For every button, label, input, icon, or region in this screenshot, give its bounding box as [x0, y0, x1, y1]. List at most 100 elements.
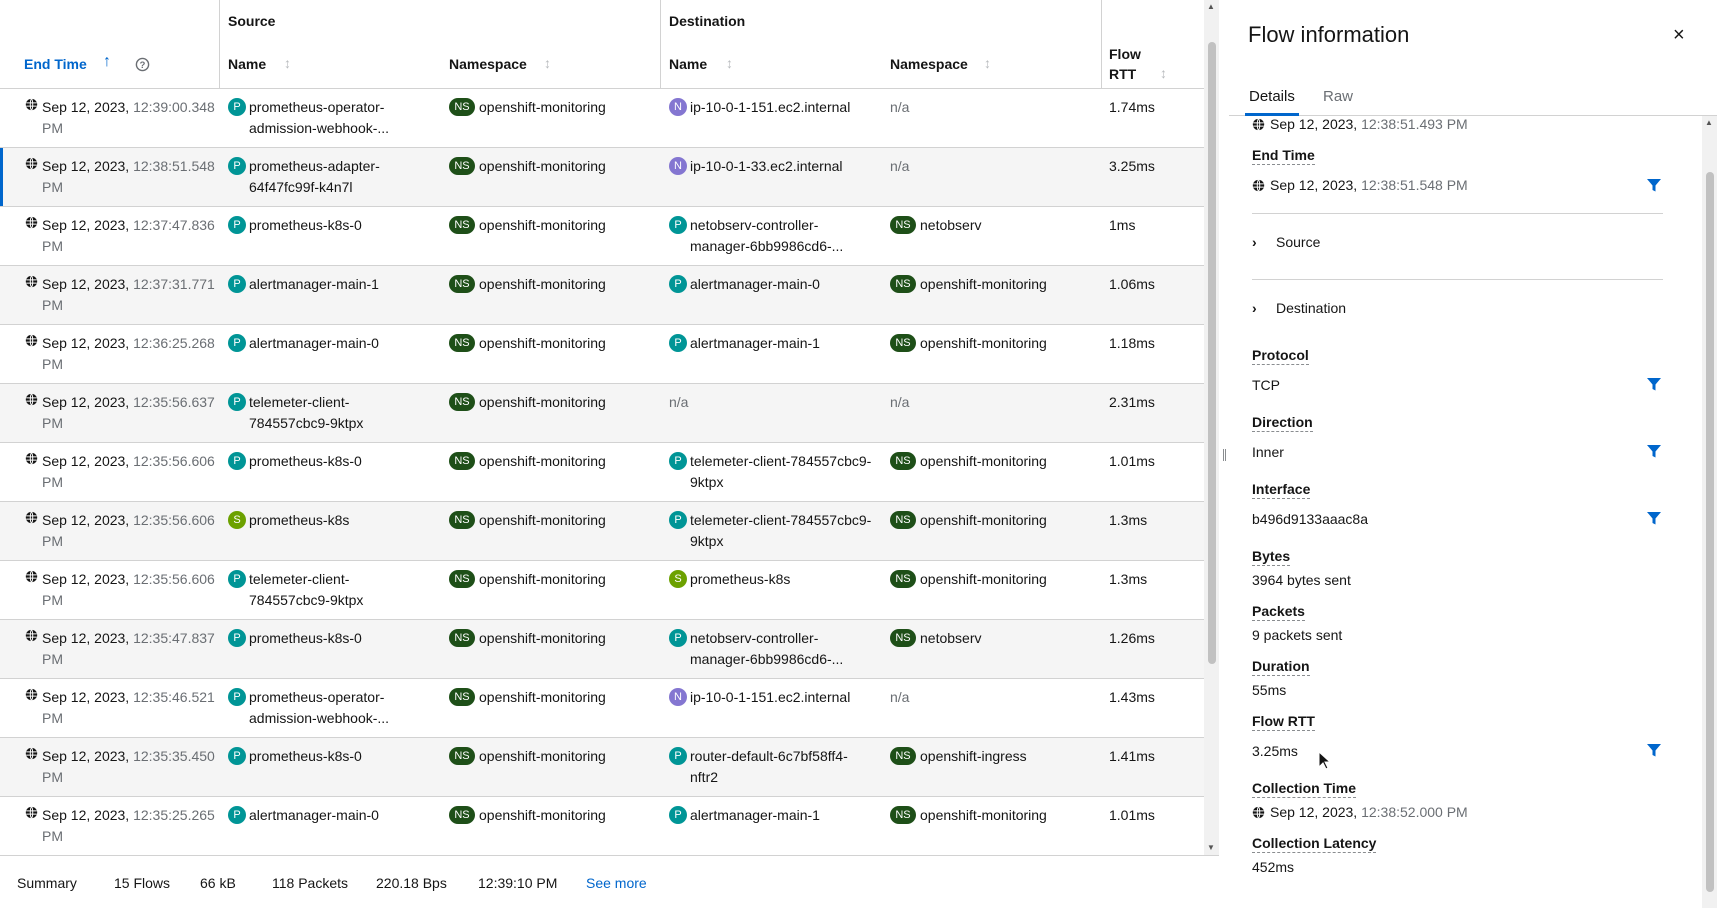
panel-scrollbar[interactable]: ▲ — [1702, 116, 1717, 908]
destination-namespace-cell[interactable]: n/a — [890, 97, 1080, 118]
filter-icon[interactable] — [1646, 510, 1662, 526]
destination-namespace-cell[interactable]: NS netobserv — [890, 628, 1080, 649]
table-row[interactable]: Sep 12, 2023, 12:35:56.606 PM Ptelemeter-c… — [0, 561, 1204, 620]
tab-raw[interactable]: Raw — [1323, 88, 1353, 105]
destination-namespace-cell[interactable]: n/a — [890, 156, 1080, 177]
destination-namespace-cell[interactable]: NS openshift-ingress — [890, 746, 1080, 767]
source-namespace-cell[interactable]: NS openshift-monitoring — [449, 156, 629, 177]
destination-name-header[interactable]: Name — [669, 56, 707, 72]
source-namespace-cell[interactable]: NS openshift-monitoring — [449, 628, 629, 649]
source-name-cell[interactable]: Pprometheus-adapter-64f47fc99f-k4n7l — [228, 156, 398, 198]
destination-namespace-cell[interactable]: n/a — [890, 392, 1080, 413]
sort-icon[interactable]: ↕ — [284, 55, 291, 71]
destination-namespace-cell[interactable]: n/a — [890, 687, 1080, 708]
source-namespace-cell[interactable]: NS openshift-monitoring — [449, 392, 629, 413]
sort-ascending-icon[interactable]: ↑ — [103, 53, 111, 71]
source-namespace-cell[interactable]: NS openshift-monitoring — [449, 215, 629, 236]
source-name-cell[interactable]: Pprometheus-k8s-0 — [228, 746, 398, 767]
sort-icon[interactable]: ↕ — [984, 55, 991, 71]
source-namespace-cell[interactable]: NS openshift-monitoring — [449, 333, 629, 354]
tab-details[interactable]: Details — [1245, 88, 1299, 116]
source-name-header[interactable]: Name — [228, 56, 266, 72]
destination-name-cell[interactable]: Ptelemeter-client-784557cbc9-9ktpx — [669, 510, 874, 552]
source-name-cell[interactable]: Palertmanager-main-1 — [228, 274, 398, 295]
sort-icon[interactable]: ↕ — [544, 55, 551, 71]
source-namespace-cell[interactable]: NS openshift-monitoring — [449, 510, 629, 531]
source-namespace-cell[interactable]: NS openshift-monitoring — [449, 274, 629, 295]
table-row[interactable]: Sep 12, 2023, 12:35:56.606 PM Sprometheus-… — [0, 502, 1204, 561]
filter-icon[interactable] — [1646, 742, 1662, 758]
source-expander[interactable]: › Source — [1252, 234, 1320, 250]
table-row[interactable]: Sep 12, 2023, 12:35:47.837 PM Pprometheus-… — [0, 620, 1204, 679]
drag-handle-icon[interactable] — [1223, 449, 1226, 461]
panel-resize-handle[interactable] — [1219, 0, 1229, 908]
destination-name-cell[interactable]: n/a — [669, 392, 874, 413]
destination-namespace-cell[interactable]: NS openshift-monitoring — [890, 510, 1080, 531]
sort-icon[interactable]: ↕ — [726, 55, 733, 71]
source-name-cell[interactable]: Palertmanager-main-0 — [228, 805, 398, 826]
source-namespace-cell[interactable]: NS openshift-monitoring — [449, 746, 629, 767]
table-scrollbar-thumb[interactable] — [1208, 42, 1216, 664]
table-row[interactable]: Sep 12, 2023, 12:36:25.268 PM Palertmanage… — [0, 325, 1204, 384]
source-namespace-cell[interactable]: NS openshift-monitoring — [449, 569, 629, 590]
table-row[interactable]: Sep 12, 2023, 12:35:56.606 PM Pprometheus-… — [0, 443, 1204, 502]
destination-name-cell[interactable]: Palertmanager-main-1 — [669, 805, 874, 826]
destination-namespace-cell[interactable]: NS netobserv — [890, 215, 1080, 236]
destination-namespace-cell[interactable]: NS openshift-monitoring — [890, 451, 1080, 472]
source-name-cell[interactable]: Ptelemeter-client-784557cbc9-9ktpx — [228, 392, 398, 434]
sort-icon[interactable]: ↕ — [1160, 65, 1167, 81]
table-row[interactable]: Sep 12, 2023, 12:35:25.265 PM Palertmanage… — [0, 797, 1204, 855]
destination-name-cell[interactable]: Sprometheus-k8s — [669, 569, 874, 590]
source-namespace-cell[interactable]: NS openshift-monitoring — [449, 451, 629, 472]
source-namespace-header[interactable]: Namespace — [449, 56, 527, 72]
table-row[interactable]: Sep 12, 2023, 12:37:47.836 PM Pprometheus-… — [0, 207, 1204, 266]
source-name-cell[interactable]: Pprometheus-k8s-0 — [228, 451, 398, 472]
source-name-cell[interactable]: Ptelemeter-client-784557cbc9-9ktpx — [228, 569, 398, 611]
source-name-cell[interactable]: Pprometheus-operator-admission-webhook-.… — [228, 687, 398, 729]
destination-name-cell[interactable]: Nip-10-0-1-151.ec2.internal — [669, 97, 874, 118]
flow-rtt-header-line2[interactable]: RTT — [1109, 66, 1136, 82]
destination-name-cell[interactable]: Pnetobserv-controller-manager-6bb9986cd6… — [669, 215, 874, 257]
table-row[interactable]: Sep 12, 2023, 12:35:46.521 PM Pprometheus-… — [0, 679, 1204, 738]
close-icon[interactable]: × — [1673, 24, 1685, 47]
scroll-down-icon[interactable]: ▼ — [1207, 843, 1215, 852]
filter-icon[interactable] — [1646, 376, 1662, 392]
source-name-cell[interactable]: Pprometheus-k8s-0 — [228, 215, 398, 236]
filter-icon[interactable] — [1646, 443, 1662, 459]
destination-name-cell[interactable]: Palertmanager-main-1 — [669, 333, 874, 354]
scroll-up-icon[interactable]: ▲ — [1705, 118, 1713, 127]
source-name-cell[interactable]: Pprometheus-k8s-0 — [228, 628, 398, 649]
destination-namespace-cell[interactable]: NS openshift-monitoring — [890, 333, 1080, 354]
see-more-link[interactable]: See more — [586, 875, 647, 891]
end-time-header[interactable]: End Time — [24, 56, 87, 72]
source-name-cell[interactable]: Sprometheus-k8s — [228, 510, 398, 531]
destination-expander[interactable]: › Destination — [1252, 300, 1346, 316]
filter-icon[interactable] — [1646, 177, 1662, 193]
destination-name-cell[interactable]: Prouter-default-6c7bf58ff4-nftr2 — [669, 746, 874, 788]
table-row[interactable]: Sep 12, 2023, 12:35:56.637 PM Ptelemeter-c… — [0, 384, 1204, 443]
table-row[interactable]: Sep 12, 2023, 12:38:51.548 PM Pprometheus-… — [0, 148, 1204, 207]
table-row[interactable]: Sep 12, 2023, 12:35:35.450 PM Pprometheus-… — [0, 738, 1204, 797]
table-row[interactable]: Sep 12, 2023, 12:37:31.771 PM Palertmanage… — [0, 266, 1204, 325]
flow-rtt-header-line1[interactable]: Flow — [1109, 46, 1141, 62]
scroll-up-icon[interactable]: ▲ — [1207, 2, 1215, 11]
destination-namespace-header[interactable]: Namespace — [890, 56, 968, 72]
destination-name-cell[interactable]: Ptelemeter-client-784557cbc9-9ktpx — [669, 451, 874, 493]
source-namespace-cell[interactable]: NS openshift-monitoring — [449, 805, 629, 826]
destination-namespace-cell[interactable]: NS openshift-monitoring — [890, 805, 1080, 826]
source-name-cell[interactable]: Pprometheus-operator-admission-webhook-.… — [228, 97, 398, 139]
source-namespace-cell[interactable]: NS openshift-monitoring — [449, 97, 629, 118]
destination-name-cell[interactable]: Nip-10-0-1-151.ec2.internal — [669, 687, 874, 708]
panel-scrollbar-thumb[interactable] — [1706, 172, 1714, 892]
destination-name-cell[interactable]: Pnetobserv-controller-manager-6bb9986cd6… — [669, 628, 874, 670]
table-scrollbar[interactable]: ▲ ▼ — [1204, 0, 1219, 855]
destination-name-cell[interactable]: Nip-10-0-1-33.ec2.internal — [669, 156, 874, 177]
destination-namespace-cell[interactable]: NS openshift-monitoring — [890, 274, 1080, 295]
source-namespace-cell[interactable]: NS openshift-monitoring — [449, 687, 629, 708]
destination-name-cell[interactable]: Palertmanager-main-0 — [669, 274, 874, 295]
table-row[interactable]: Sep 12, 2023, 12:39:00.348 PM Pprometheus-… — [0, 89, 1204, 148]
destination-name: n/a — [669, 394, 689, 410]
destination-namespace-cell[interactable]: NS openshift-monitoring — [890, 569, 1080, 590]
help-icon[interactable]: ? — [135, 57, 150, 72]
source-name-cell[interactable]: Palertmanager-main-0 — [228, 333, 398, 354]
